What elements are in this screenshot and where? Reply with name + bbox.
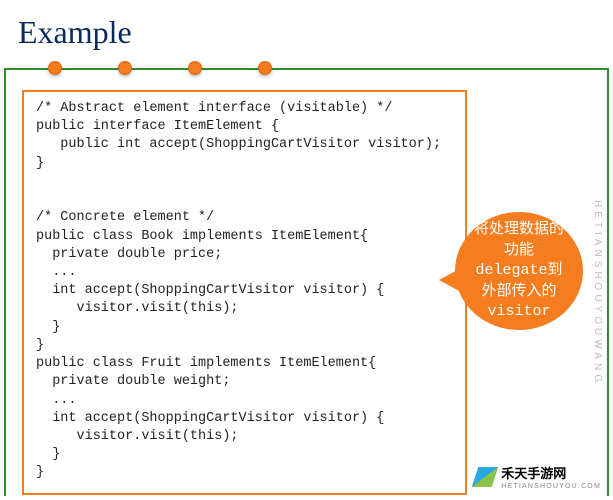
callout-line: 外部传入的 (481, 283, 556, 299)
brand-sub: HETIANSHOUYOU.COM (501, 483, 601, 490)
dot-icon (188, 61, 202, 75)
dot-icon (48, 61, 62, 75)
callout-mono: delegate (475, 262, 547, 279)
dot-icon (118, 61, 132, 75)
brand-logo-icon (472, 467, 498, 487)
callout-line: 将处理数据的 (474, 221, 564, 237)
callout-bubble: 将处理数据的 功能 delegate到 外部传入的 visitor (455, 212, 583, 330)
brand-footer: 禾天手游网 HETIANSHOUYOU.COM (475, 463, 601, 490)
brand-text-wrap: 禾天手游网 HETIANSHOUYOU.COM (501, 463, 601, 490)
code-block: /* Abstract element interface (visitable… (22, 90, 467, 495)
brand-name: 禾天手游网 (501, 466, 566, 481)
callout-mono: visitor (487, 303, 550, 320)
dot-icon (258, 61, 272, 75)
callout-line: 到 (547, 262, 562, 278)
callout-line: 功能 (504, 242, 534, 258)
callout-text: 将处理数据的 功能 delegate到 外部传入的 visitor (474, 219, 564, 322)
decoration-dots (48, 61, 272, 75)
watermark: HETIANSHOUYOUWANG (592, 200, 603, 386)
slide-title: Example (18, 14, 132, 51)
